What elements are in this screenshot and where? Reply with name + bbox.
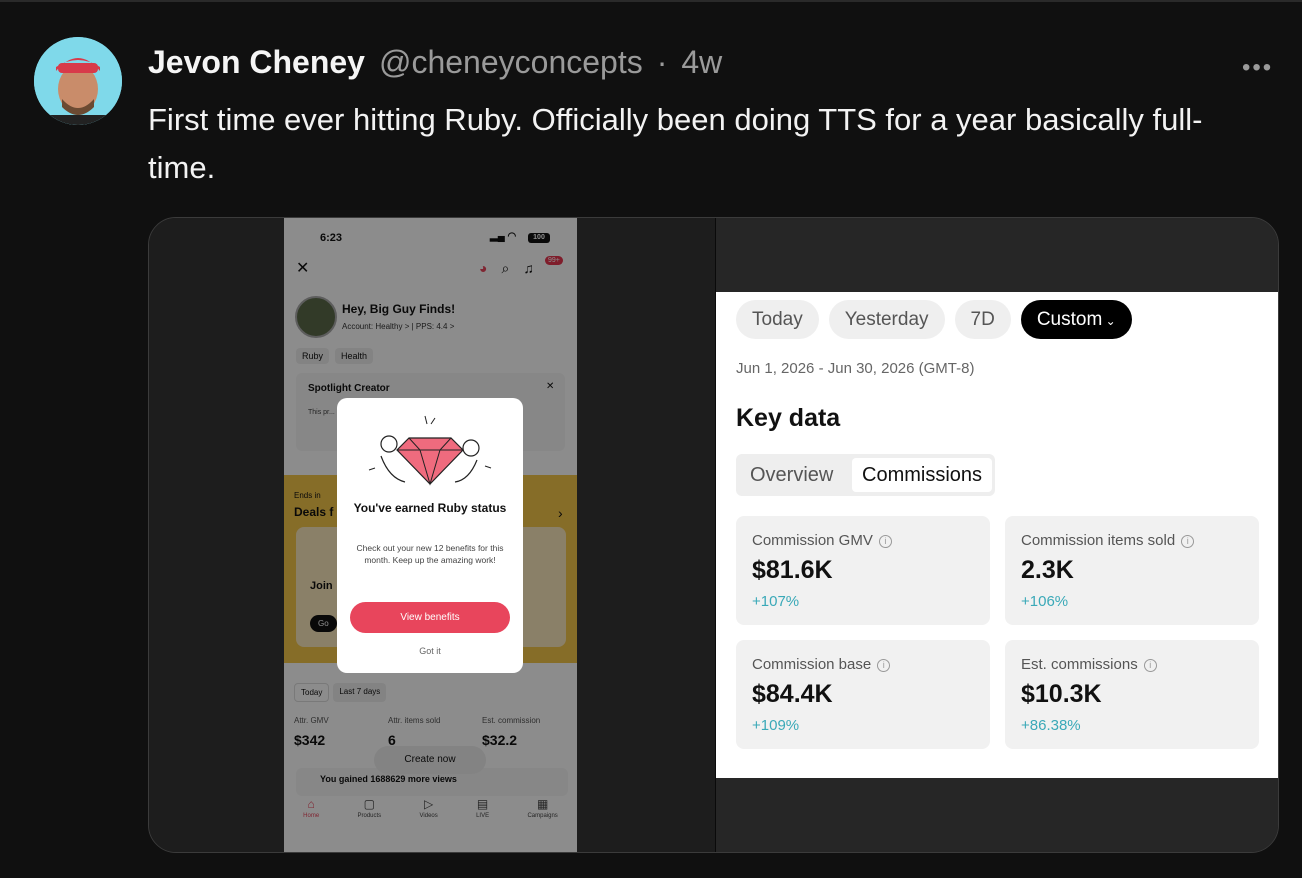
pill-custom: Custom ⌄ (1020, 300, 1132, 339)
metric-label-text: Est. commissions (1021, 656, 1138, 673)
commission-dashboard: Today Yesterday 7D Custom ⌄ Jun 1, 2026 … (716, 292, 1278, 778)
pill-custom-label: Custom (1036, 309, 1103, 330)
pill-today: Today (736, 300, 819, 339)
top-divider (0, 0, 1302, 2)
metric-value: $10.3K (1021, 680, 1102, 708)
section-title: Key data (736, 404, 841, 432)
info-icon: i (877, 659, 891, 672)
metric-delta: +107% (752, 593, 800, 610)
post-age[interactable]: 4w (681, 44, 722, 81)
pill-yesterday: Yesterday (828, 300, 945, 339)
info-icon: i (878, 535, 892, 548)
media-left-image[interactable]: 6:23 ▂▄ ◠ 100 ✕ ◕ ⌕ ♫ 99+ Hey, Big Guy F… (149, 218, 715, 852)
info-icon: i (1143, 659, 1157, 672)
metric-delta: +106% (1021, 593, 1069, 610)
media-right-image[interactable]: Today Yesterday 7D Custom ⌄ Jun 1, 2026 … (715, 218, 1278, 852)
metric-delta: +86.38% (1021, 717, 1081, 734)
author-name[interactable]: Jevon Cheney (148, 44, 365, 81)
info-icon: i (1181, 535, 1195, 548)
tab-overview: Overview (750, 464, 834, 486)
metric-value: $84.4K (752, 680, 833, 708)
metric-label: Commission base i (752, 656, 891, 673)
segmented-control: Overview Commissions (736, 454, 995, 496)
date-range: Jun 1, 2026 - Jun 30, 2026 (GMT-8) (736, 360, 975, 377)
metric-card: Est. commissions i $10.3K +86.38% (1005, 640, 1259, 749)
metric-card: Commission items sold i 2.3K +106% (1005, 516, 1259, 625)
metric-label: Est. commissions i (1021, 656, 1157, 673)
metric-delta: +109% (752, 717, 800, 734)
post-text: First time ever hitting Ruby. Officially… (148, 102, 1203, 185)
metric-label-text: Commission GMV (752, 532, 873, 549)
separator-dot: · (656, 44, 668, 80)
metric-value: $81.6K (752, 556, 833, 584)
post-header: Jevon Cheney @cheneyconcepts · 4w (148, 44, 722, 84)
pill-7d: 7D (954, 300, 1011, 339)
more-options-icon[interactable]: ••• (1242, 54, 1273, 82)
post-media[interactable]: 6:23 ▂▄ ◠ 100 ✕ ◕ ⌕ ♫ 99+ Hey, Big Guy F… (148, 217, 1279, 853)
modal-body: Check out your new 12 benefits for this … (356, 543, 504, 565)
chevron-down-icon: ⌄ (1102, 314, 1116, 328)
phone-screenshot: 6:23 ▂▄ ◠ 100 ✕ ◕ ⌕ ♫ 99+ Hey, Big Guy F… (284, 218, 577, 852)
metric-card: Commission base i $84.4K +109% (736, 640, 990, 749)
author-handle[interactable]: @cheneyconcepts (379, 44, 643, 81)
metric-label: Commission GMV i (752, 532, 892, 549)
metric-value: 2.3K (1021, 556, 1074, 584)
view-benefits-button: View benefits (350, 602, 510, 633)
ruby-status-modal: You've earned Ruby status Check out your… (337, 398, 523, 673)
got-it-button: Got it (419, 646, 441, 656)
author-avatar[interactable] (34, 37, 122, 125)
ruby-gem-illustration (368, 415, 492, 486)
metric-label-text: Commission base (752, 656, 872, 673)
metric-card: Commission GMV i $81.6K +107% (736, 516, 990, 625)
metric-label-text: Commission items sold (1021, 532, 1176, 549)
tab-commissions: Commissions (852, 458, 993, 492)
metric-label: Commission items sold i (1021, 532, 1195, 549)
date-filter-pills: Today Yesterday 7D Custom ⌄ (736, 300, 1132, 339)
modal-title: You've earned Ruby status (353, 501, 507, 515)
avatar-image (34, 37, 122, 125)
